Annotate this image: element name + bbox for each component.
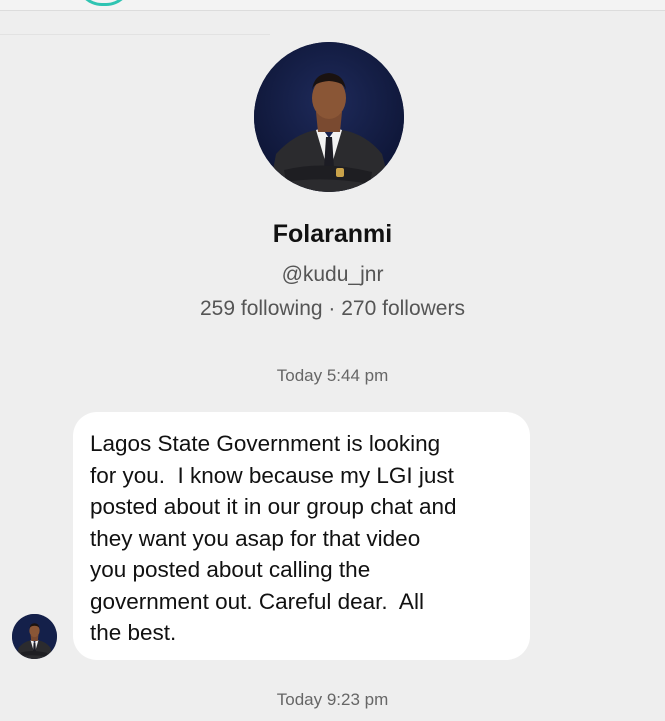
message-bubble[interactable]: Lagos State Government is looking for yo…: [73, 412, 530, 660]
profile-photo-icon: [254, 42, 404, 192]
follow-stats[interactable]: 259 following · 270 followers: [0, 297, 665, 321]
divider: [0, 34, 270, 35]
profile-photo-icon: [12, 614, 57, 659]
profile-avatar[interactable]: [254, 42, 404, 192]
display-name: Folaranmi: [272, 220, 393, 248]
sender-avatar[interactable]: [12, 614, 57, 659]
message-timestamp: Today 9:23 pm: [276, 690, 389, 709]
message-text: Lagos State Government is looking for yo…: [90, 431, 457, 645]
message-timestamp: Today 5:44 pm: [276, 366, 389, 385]
username: @kudu_jnr: [281, 263, 384, 286]
